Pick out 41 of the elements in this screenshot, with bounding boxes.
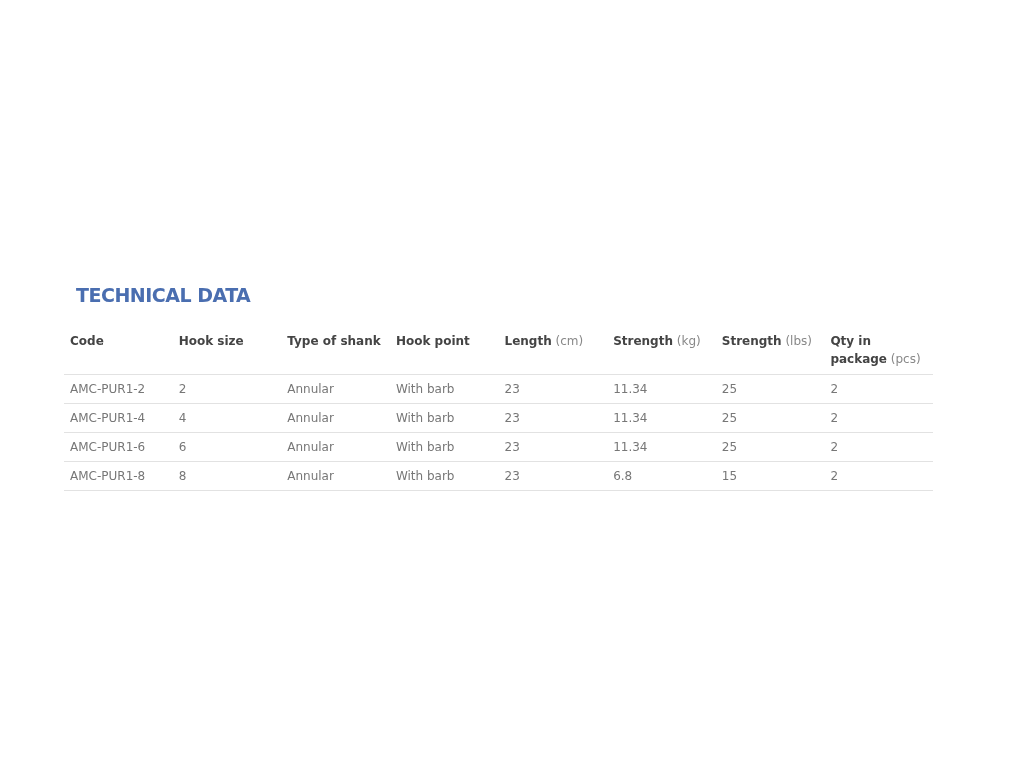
table-cell: 4 bbox=[172, 403, 282, 433]
column-header: Length (cm) bbox=[498, 332, 608, 375]
table-cell: 23 bbox=[498, 374, 608, 404]
column-header: Type of shank bbox=[281, 332, 390, 375]
column-header: Strength (kg) bbox=[607, 332, 716, 375]
table-cell: 2 bbox=[824, 432, 933, 462]
table-cell: AMC-PUR1-8 bbox=[64, 461, 173, 491]
column-header: Hook size bbox=[172, 332, 282, 375]
table-cell: AMC-PUR1-2 bbox=[64, 374, 173, 404]
table-cell: 23 bbox=[498, 403, 608, 433]
table-cell: Annular bbox=[281, 403, 390, 433]
table-cell: AMC-PUR1-4 bbox=[64, 403, 173, 433]
table-cell: 15 bbox=[715, 461, 825, 491]
table-cell: 11.34 bbox=[607, 403, 716, 433]
table-cell: With barb bbox=[389, 374, 499, 404]
column-header: Strength (lbs) bbox=[715, 332, 825, 375]
table-cell: 25 bbox=[715, 403, 825, 433]
table-cell: 25 bbox=[715, 432, 825, 462]
table-cell: 2 bbox=[824, 374, 933, 404]
table-cell: 11.34 bbox=[607, 374, 716, 404]
section-title: TECHNICAL DATA bbox=[76, 284, 252, 306]
table-cell: 8 bbox=[172, 461, 282, 491]
table-cell: 11.34 bbox=[607, 432, 716, 462]
table-cell: 2 bbox=[172, 374, 282, 404]
table-cell: 23 bbox=[498, 461, 608, 491]
table-cell: 23 bbox=[498, 432, 608, 462]
table-cell: Annular bbox=[281, 432, 390, 462]
table-cell: With barb bbox=[389, 461, 499, 491]
column-header: Code bbox=[64, 332, 173, 375]
table-cell: With barb bbox=[389, 403, 499, 433]
table-cell: 6 bbox=[172, 432, 282, 462]
table-cell: With barb bbox=[389, 432, 499, 462]
column-header: Hook point bbox=[389, 332, 499, 375]
table-cell: AMC-PUR1-6 bbox=[64, 432, 173, 462]
table-cell: 25 bbox=[715, 374, 825, 404]
table-cell: Annular bbox=[281, 374, 390, 404]
table-cell: 2 bbox=[824, 403, 933, 433]
column-header: Qty in package (pcs) bbox=[824, 332, 933, 375]
table-cell: Annular bbox=[281, 461, 390, 491]
table-cell: 6.8 bbox=[607, 461, 716, 491]
table-cell: 2 bbox=[824, 461, 933, 491]
